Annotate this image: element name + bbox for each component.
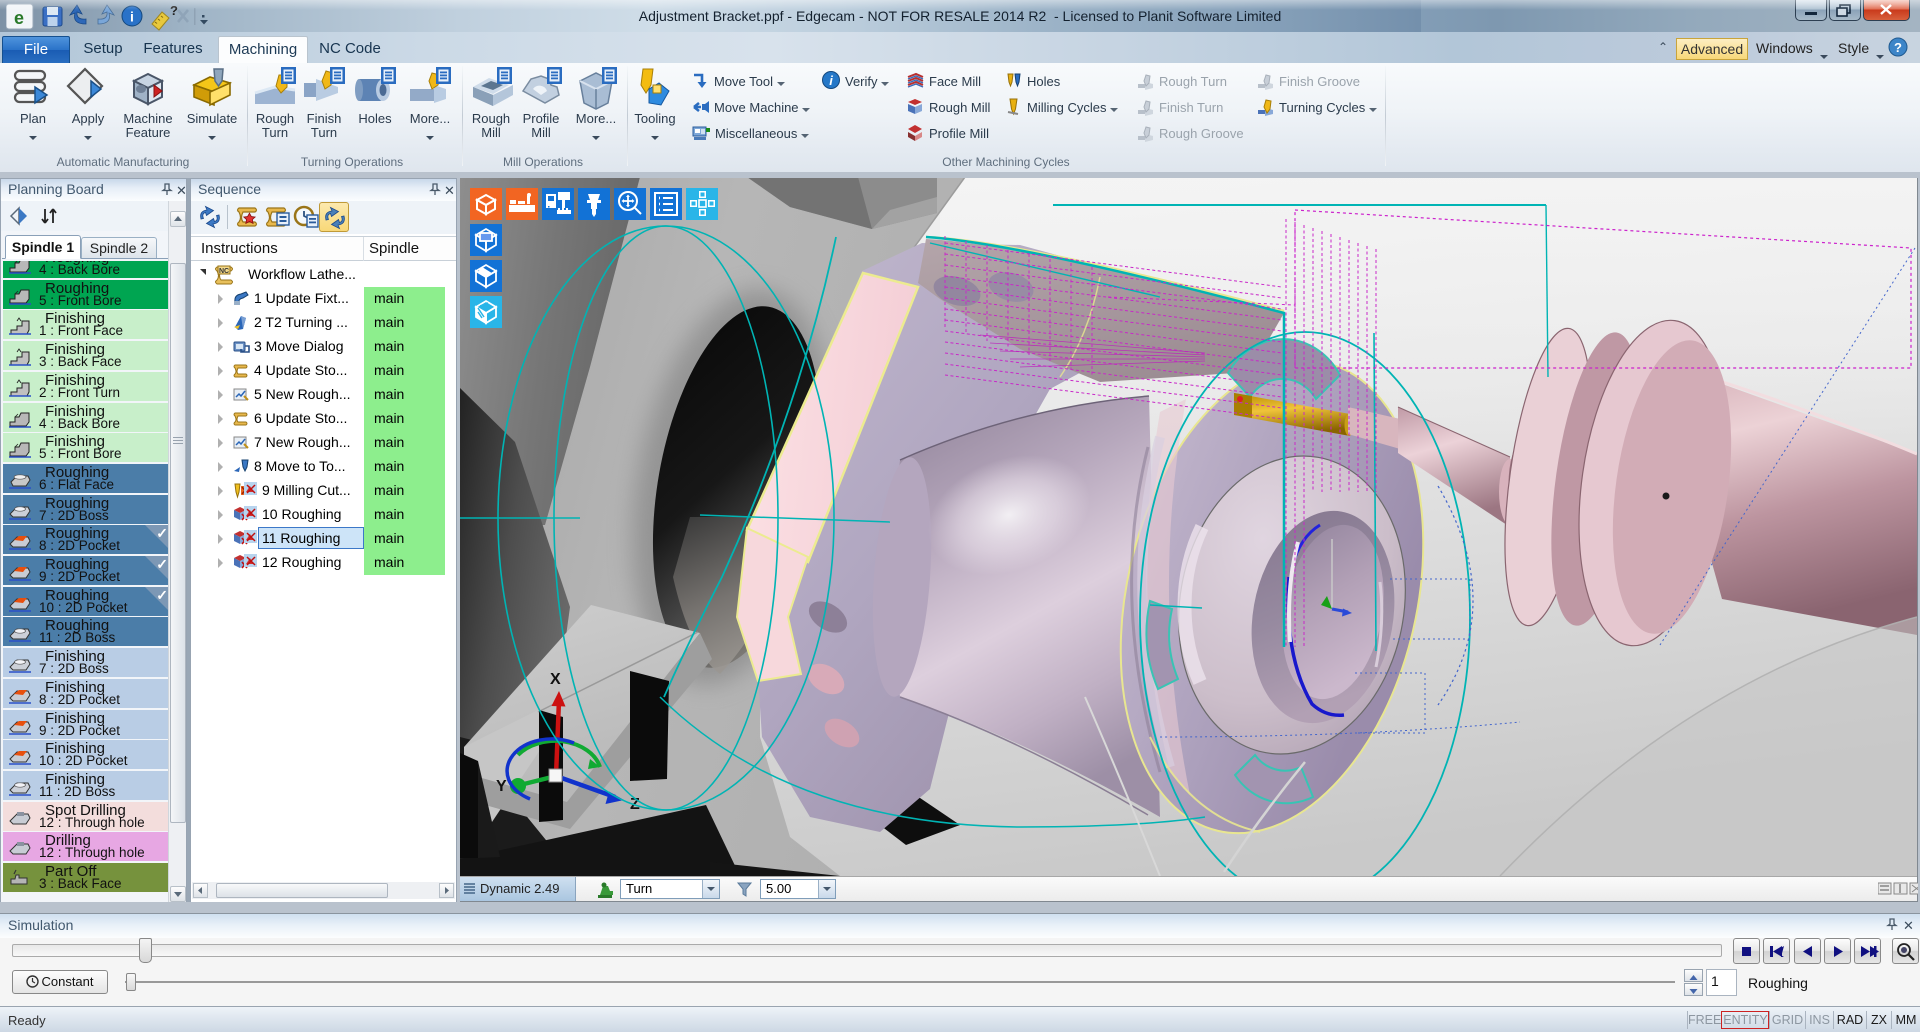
svg-text:Y: Y bbox=[496, 778, 507, 795]
svg-text:i: i bbox=[829, 73, 833, 88]
svg-text:i: i bbox=[130, 9, 134, 25]
svg-text:e: e bbox=[14, 8, 24, 28]
svg-text:?: ? bbox=[1894, 40, 1902, 55]
svg-text:NC: NC bbox=[219, 268, 229, 275]
svg-text:?: ? bbox=[170, 3, 178, 18]
svg-text:X: X bbox=[550, 671, 561, 688]
